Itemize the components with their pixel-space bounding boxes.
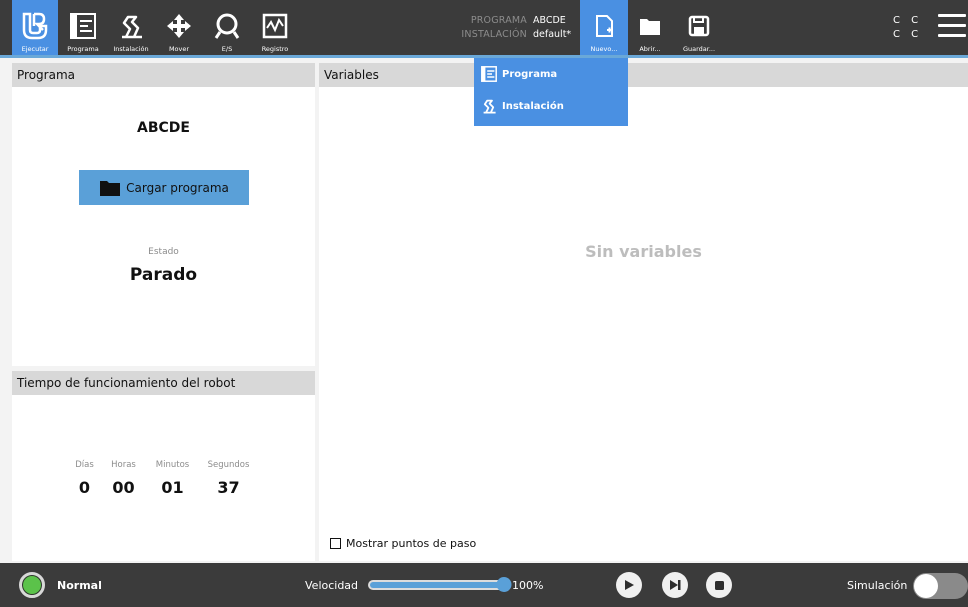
simulation-toggle-knob [914, 574, 938, 598]
simulation-label: Simulación [847, 579, 908, 592]
open-button-label: Abrir... [639, 45, 661, 53]
move-arrows-icon [162, 9, 196, 43]
new-button[interactable]: Nuevo... [580, 0, 628, 55]
robot-arm-icon [480, 97, 498, 115]
speed-value: 100% [512, 579, 544, 592]
hours-label: Horas [111, 460, 136, 470]
tab-instalacion[interactable]: Instalación [108, 0, 154, 55]
play-icon [625, 580, 634, 590]
tab-label: Registro [261, 45, 289, 53]
robot-status-indicator[interactable] [19, 572, 45, 598]
save-button-label: Guardar... [682, 45, 716, 53]
program-info-value: ABCDE [533, 15, 566, 26]
open-button[interactable]: Abrir... [630, 0, 670, 55]
folder-icon [99, 179, 121, 197]
days-label: Días [75, 460, 94, 470]
new-button-label: Nuevo... [590, 45, 618, 53]
save-button[interactable]: Guardar... [676, 0, 722, 55]
log-chart-icon [258, 9, 292, 43]
speed-slider[interactable] [368, 577, 512, 592]
tab-registro[interactable]: Registro [252, 0, 298, 55]
show-waypoints-checkbox[interactable]: Mostrar puntos de paso [330, 537, 476, 550]
tab-label: Mover [168, 45, 190, 53]
step-forward-icon [669, 580, 680, 590]
show-waypoints-label: Mostrar puntos de paso [346, 537, 477, 550]
runtime-values: 0 00 01 37 [12, 478, 315, 497]
io-icon [210, 9, 244, 43]
panel-title: Tiempo de funcionamiento del robot [12, 371, 315, 395]
seconds-value: 37 [217, 478, 240, 497]
top-bar: Ejecutar Programa Instalación Mover E/S … [0, 0, 968, 58]
load-program-button[interactable]: Cargar programa [79, 170, 249, 205]
installation-info-label: INSTALACIÓN [461, 29, 527, 40]
folder-icon [633, 9, 667, 43]
load-program-label: Cargar programa [126, 180, 229, 195]
tab-ejecutar[interactable]: Ejecutar [12, 0, 58, 55]
variables-panel: Variables Sin variables Mostrar puntos d… [319, 63, 968, 561]
tab-mover[interactable]: Mover [156, 0, 202, 55]
program-info-label: PROGRAMA [470, 15, 527, 26]
cc-indicator: C C C C [893, 15, 923, 40]
installation-info-value: default* [533, 29, 572, 40]
stop-icon [714, 580, 724, 590]
bottom-bar: Normal Velocidad 100% Simulación [0, 563, 968, 607]
menu-item-new-installation[interactable]: Instalación [474, 90, 628, 122]
simulation-toggle[interactable] [913, 573, 968, 599]
hours-value: 00 [112, 478, 135, 497]
speed-label: Velocidad [305, 579, 359, 592]
menu-item-label: Instalación [502, 100, 564, 112]
save-icon [682, 9, 716, 43]
program-tree-icon [66, 9, 100, 43]
tab-programa[interactable]: Programa [60, 0, 106, 55]
program-info: PROGRAMA ABCDE INSTALACIÓN default* [440, 14, 575, 42]
stop-button[interactable] [706, 572, 732, 598]
robot-arm-icon [114, 9, 148, 43]
tab-label: Ejecutar [21, 45, 49, 53]
seconds-label: Segundos [207, 460, 250, 470]
tab-label: E/S [221, 45, 233, 53]
program-panel: Programa ABCDE Cargar programa Estado Pa… [12, 63, 315, 366]
ur-logo-icon [18, 9, 52, 43]
menu-item-new-program[interactable]: Programa [474, 58, 628, 90]
empty-variables-message: Sin variables [585, 242, 702, 261]
hamburger-menu-icon[interactable] [938, 14, 966, 38]
days-value: 0 [78, 478, 91, 497]
minutes-label: Minutos [155, 460, 190, 470]
menu-item-label: Programa [502, 68, 558, 80]
state-label: Estado [148, 247, 179, 257]
minutes-value: 01 [161, 478, 184, 497]
checkbox-box[interactable] [330, 538, 341, 549]
tab-es[interactable]: E/S [204, 0, 250, 55]
panel-title: Variables [319, 63, 968, 87]
step-button[interactable] [662, 572, 688, 598]
new-file-icon [587, 9, 621, 43]
program-tree-icon [480, 65, 498, 83]
new-dropdown-menu: Programa Instalación [474, 58, 628, 126]
robot-status-text: Normal [57, 579, 102, 592]
tab-label: Programa [67, 45, 99, 53]
program-name: ABCDE [137, 120, 190, 136]
runtime-labels: Días Horas Minutos Segundos [12, 460, 315, 470]
tab-label: Instalación [113, 45, 149, 53]
speed-slider-handle[interactable] [496, 577, 512, 592]
runtime-panel: Tiempo de funcionamiento del robot Días … [12, 371, 315, 561]
panel-title: Programa [12, 63, 315, 87]
speed-slider-fill [370, 582, 504, 588]
state-value: Parado [129, 265, 198, 285]
play-button[interactable] [616, 572, 642, 598]
